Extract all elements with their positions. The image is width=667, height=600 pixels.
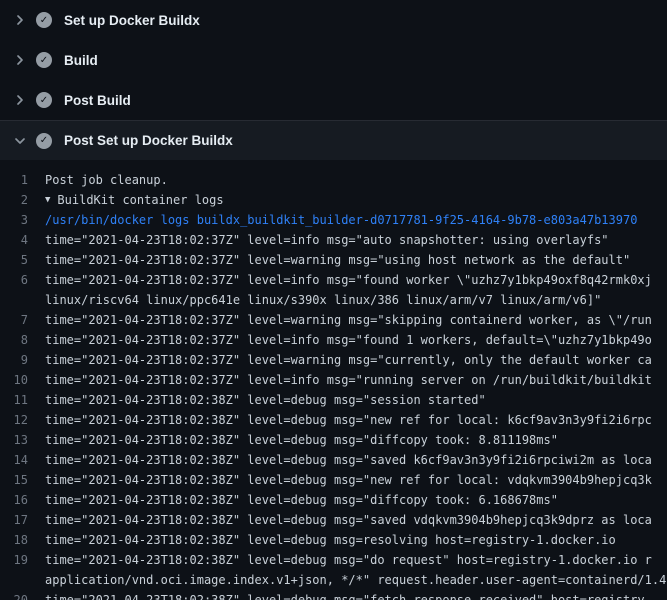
line-number[interactable]: 19 <box>0 550 45 570</box>
log-text: Post job cleanup. <box>45 170 168 190</box>
chevron-right-icon[interactable] <box>12 92 28 108</box>
line-number <box>0 290 45 310</box>
step-label: Set up Docker Buildx <box>64 13 200 28</box>
log-text: time="2021-04-23T18:02:38Z" level=debug … <box>45 410 652 430</box>
chevron-down-icon[interactable] <box>12 133 28 149</box>
log-row: 7time="2021-04-23T18:02:37Z" level=warni… <box>0 310 667 330</box>
line-number[interactable]: 5 <box>0 250 45 270</box>
line-number[interactable]: 13 <box>0 430 45 450</box>
line-number[interactable]: 6 <box>0 270 45 290</box>
log-text: linux/riscv64 linux/ppc641e linux/s390x … <box>45 290 601 310</box>
line-number[interactable]: 17 <box>0 510 45 530</box>
line-number[interactable]: 10 <box>0 370 45 390</box>
line-number[interactable]: 9 <box>0 350 45 370</box>
step-header[interactable]: ✓ Set up Docker Buildx <box>0 0 667 40</box>
log-row: 11time="2021-04-23T18:02:38Z" level=debu… <box>0 390 667 410</box>
log-row: 17time="2021-04-23T18:02:38Z" level=debu… <box>0 510 667 530</box>
log-text: time="2021-04-23T18:02:38Z" level=debug … <box>45 390 486 410</box>
line-number[interactable]: 2 <box>0 190 45 210</box>
log-text: time="2021-04-23T18:02:37Z" level=info m… <box>45 270 652 290</box>
log-row: 6time="2021-04-23T18:02:37Z" level=info … <box>0 270 667 290</box>
workflow-log-viewer: ✓ Set up Docker Buildx ✓ Build ✓ Post Build ✓ P… <box>0 0 667 600</box>
log-text: time="2021-04-23T18:02:37Z" level=info m… <box>45 230 609 250</box>
log-row: linux/riscv64 linux/ppc641e linux/s390x … <box>0 290 667 310</box>
log-text: time="2021-04-23T18:02:37Z" level=warnin… <box>45 250 630 270</box>
log-area: 1Post job cleanup.2▼ BuildKit container l… <box>0 160 667 600</box>
log-text: time="2021-04-23T18:02:38Z" level=debug … <box>45 590 645 600</box>
chevron-right-icon[interactable] <box>12 12 28 28</box>
check-circle-icon: ✓ <box>36 133 52 149</box>
step-label: Build <box>64 53 98 68</box>
log-row: 10time="2021-04-23T18:02:37Z" level=info… <box>0 370 667 390</box>
log-text: time="2021-04-23T18:02:38Z" level=debug … <box>45 490 558 510</box>
log-text: time="2021-04-23T18:02:38Z" level=debug … <box>45 430 558 450</box>
log-row: 13time="2021-04-23T18:02:38Z" level=debu… <box>0 430 667 450</box>
step-label: Post Build <box>64 93 131 108</box>
log-text: application/vnd.oci.image.index.v1+json,… <box>45 570 666 590</box>
line-number[interactable]: 15 <box>0 470 45 490</box>
log-row: 5time="2021-04-23T18:02:37Z" level=warni… <box>0 250 667 270</box>
line-number[interactable]: 11 <box>0 390 45 410</box>
log-row: 15time="2021-04-23T18:02:38Z" level=debu… <box>0 470 667 490</box>
log-text: time="2021-04-23T18:02:37Z" level=info m… <box>45 370 652 390</box>
line-number <box>0 570 45 590</box>
log-text: time="2021-04-23T18:02:37Z" level=info m… <box>45 330 652 350</box>
line-number[interactable]: 7 <box>0 310 45 330</box>
log-row: 16time="2021-04-23T18:02:38Z" level=debu… <box>0 490 667 510</box>
line-number[interactable]: 12 <box>0 410 45 430</box>
log-row: 18time="2021-04-23T18:02:38Z" level=debu… <box>0 530 667 550</box>
log-row: 20time="2021-04-23T18:02:38Z" level=debu… <box>0 590 667 600</box>
line-number[interactable]: 4 <box>0 230 45 250</box>
step-header[interactable]: ✓ Build <box>0 40 667 80</box>
log-text: time="2021-04-23T18:02:37Z" level=warnin… <box>45 310 652 330</box>
step-header[interactable]: ✓ Post Set up Docker Buildx <box>0 120 667 160</box>
line-number[interactable]: 20 <box>0 590 45 600</box>
log-command-text[interactable]: /usr/bin/docker logs buildx_buildkit_bui… <box>45 210 637 230</box>
check-circle-icon: ✓ <box>36 12 52 28</box>
line-number[interactable]: 8 <box>0 330 45 350</box>
log-text: time="2021-04-23T18:02:38Z" level=debug … <box>45 450 652 470</box>
log-row: 8time="2021-04-23T18:02:37Z" level=info … <box>0 330 667 350</box>
log-text: time="2021-04-23T18:02:38Z" level=debug … <box>45 550 652 570</box>
log-text: time="2021-04-23T18:02:38Z" level=debug … <box>45 510 652 530</box>
log-row: 3/usr/bin/docker logs buildx_buildkit_bu… <box>0 210 667 230</box>
line-number[interactable]: 3 <box>0 210 45 230</box>
log-row: 19time="2021-04-23T18:02:38Z" level=debu… <box>0 550 667 570</box>
check-circle-icon: ✓ <box>36 92 52 108</box>
log-row: 1Post job cleanup. <box>0 170 667 190</box>
log-row: application/vnd.oci.image.index.v1+json,… <box>0 570 667 590</box>
line-number[interactable]: 14 <box>0 450 45 470</box>
log-text: BuildKit container logs <box>57 190 223 210</box>
log-text: time="2021-04-23T18:02:37Z" level=warnin… <box>45 350 652 370</box>
steps-list: ✓ Set up Docker Buildx ✓ Build ✓ Post Build ✓ P… <box>0 0 667 160</box>
log-row: 9time="2021-04-23T18:02:37Z" level=warni… <box>0 350 667 370</box>
log-row: 14time="2021-04-23T18:02:38Z" level=debu… <box>0 450 667 470</box>
chevron-right-icon[interactable] <box>12 52 28 68</box>
step-label: Post Set up Docker Buildx <box>64 133 233 148</box>
group-toggle-triangle-icon[interactable]: ▼ <box>45 190 50 210</box>
log-row: 12time="2021-04-23T18:02:38Z" level=debu… <box>0 410 667 430</box>
line-number[interactable]: 18 <box>0 530 45 550</box>
log-row: 4time="2021-04-23T18:02:37Z" level=info … <box>0 230 667 250</box>
line-number[interactable]: 1 <box>0 170 45 190</box>
log-group-row[interactable]: 2▼ BuildKit container logs <box>0 190 667 210</box>
log-text: time="2021-04-23T18:02:38Z" level=debug … <box>45 470 652 490</box>
check-circle-icon: ✓ <box>36 52 52 68</box>
step-header[interactable]: ✓ Post Build <box>0 80 667 120</box>
log-text: time="2021-04-23T18:02:38Z" level=debug … <box>45 530 616 550</box>
line-number[interactable]: 16 <box>0 490 45 510</box>
